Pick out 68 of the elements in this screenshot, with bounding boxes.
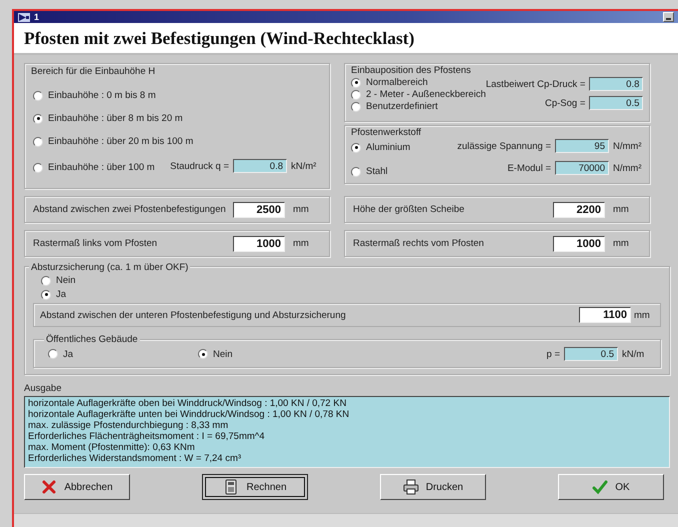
input-field[interactable]: 0.8: [233, 159, 287, 173]
field-label: zulässige Spannung =: [457, 140, 551, 152]
radio-button[interactable]: Einbauhöhe : über 100 m: [33, 162, 155, 173]
input-field[interactable]: 95: [555, 139, 609, 153]
group-label: Einbauposition des Pfostens: [350, 65, 472, 76]
radio-button[interactable]: Einbauhöhe : 0 m bis 8 m: [33, 90, 321, 101]
field-label: p =: [546, 348, 560, 360]
unit-label: N/mm²: [613, 162, 642, 174]
input-field[interactable]: 0.5: [564, 347, 618, 361]
radio-button[interactable]: Einbauhöhe : über 20 m bis 100 m: [33, 136, 321, 147]
unit-label: kN/m: [622, 348, 646, 360]
output-line: Erforderliches Flächenträgheitsmoment : I = 69,75mm^4: [28, 431, 266, 442]
unit-label: mm: [293, 204, 310, 215]
output-label: Ausgabe: [24, 383, 63, 394]
unit-label: kN/m²: [291, 160, 318, 172]
input-field[interactable]: 2500: [233, 202, 285, 218]
app-icon: [18, 12, 30, 22]
radio-button[interactable]: Ja: [48, 348, 198, 360]
field-label: Rastermaß links vom Pfosten: [33, 238, 158, 249]
radio-button[interactable]: Nein: [198, 348, 348, 360]
unit-label: mm: [293, 238, 310, 249]
dialog-button[interactable]: OK: [558, 474, 664, 500]
field-label: Abstand zwischen zwei Pfostenbefestigungen: [33, 204, 227, 215]
unit-label: N/mm²: [613, 140, 642, 152]
output-line: horizontale Auflagerkräfte unten bei Winddruck/Windsog : 1,00 KN / 0,78 KN: [28, 409, 350, 420]
field-label: Cp-Sog =: [544, 98, 586, 108]
minimize-button[interactable]: [663, 12, 674, 22]
radio-button[interactable]: Normalbereich: [351, 77, 486, 88]
group-label: Absturzsicherung (ca. 1 m über OKF): [29, 262, 190, 273]
radio-button[interactable]: Benutzerdefiniert: [351, 101, 486, 112]
field-label: Lastbeiwert Cp-Druck =: [486, 78, 586, 90]
field-label: Rastermaß rechts vom Pfosten: [353, 238, 485, 249]
output-line: horizontale Auflagerkräfte oben bei Winddruck/Windsog : 1,00 KN / 0,72 KN: [28, 398, 348, 409]
radio-button[interactable]: Ja: [41, 289, 661, 300]
input-field[interactable]: 2200: [553, 202, 605, 218]
close-icon: [41, 479, 58, 495]
field-label: Abstand zwischen der unteren Pfostenbefestigung und Absturzsicherung: [40, 310, 347, 320]
field-label: E-Modul =: [507, 162, 551, 174]
input-field[interactable]: 0.8: [589, 77, 644, 91]
input-field[interactable]: 1000: [553, 236, 605, 252]
group-label: Bereich für die Einbauhöhe H: [30, 66, 156, 77]
input-field[interactable]: 1100: [579, 307, 631, 323]
dialog-button[interactable]: Rechnen: [202, 474, 308, 500]
printer-icon: [402, 479, 419, 495]
unit-label: mm: [634, 310, 651, 320]
output-line: max. Moment (Pfostenmitte): 0,63 KNm: [28, 442, 196, 453]
radio-button[interactable]: Aluminium: [351, 142, 410, 153]
dialog-button[interactable]: Drucken: [380, 474, 486, 500]
radio-button[interactable]: Stahl: [351, 166, 410, 177]
radio-button[interactable]: 2 - Meter - Außeneckbereich: [351, 89, 486, 100]
unit-label: mm: [613, 204, 630, 215]
output-line: max. zulässige Pfostendurchbiegung : 8,33 mm: [28, 420, 230, 431]
window-title: 1: [34, 12, 40, 22]
field-label: Höhe der größten Scheibe: [353, 204, 466, 215]
input-field[interactable]: 0.5: [589, 96, 644, 110]
field-label: Staudruck q =: [170, 160, 229, 172]
dialog-button[interactable]: Abbrechen: [24, 474, 130, 500]
dialog-heading: Pfosten mit zwei Befestigungen (Wind-Rechtecklast): [24, 28, 414, 48]
group-label: Pfostenwerkstoff: [350, 127, 422, 138]
calculator-icon: [223, 479, 240, 495]
input-field[interactable]: 70000: [555, 161, 609, 175]
input-field[interactable]: 1000: [233, 236, 285, 252]
output-line: Erforderliches Widerstandsmoment : W = 7,24 cm³: [28, 453, 242, 464]
checkmark-icon: [592, 479, 608, 495]
group-label: Öffentliches Gebäude: [44, 334, 140, 345]
unit-label: mm: [613, 238, 630, 249]
radio-button[interactable]: Nein: [41, 275, 661, 286]
radio-button[interactable]: Einbauhöhe : über 8 m bis 20 m: [33, 113, 321, 124]
